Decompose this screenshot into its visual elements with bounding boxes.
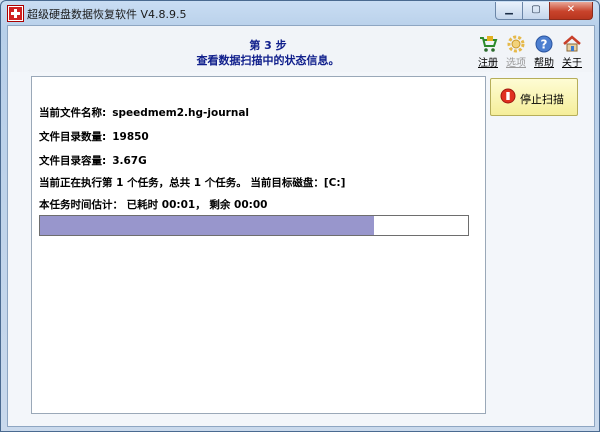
file-name-value: speedmem2.hg-journal bbox=[112, 107, 250, 119]
step-subtitle: 查看数据扫描中的状态信息。 bbox=[196, 54, 340, 67]
app-logo-icon bbox=[8, 6, 23, 21]
gear-icon bbox=[507, 35, 525, 53]
minimize-button[interactable]: ▁ bbox=[495, 2, 523, 20]
scan-progress-bar bbox=[39, 215, 469, 236]
options-button[interactable]: 选项 bbox=[504, 34, 528, 69]
step-header: 第 3 步 查看数据扫描中的状态信息。 注册 选项 ? 帮助 关于 bbox=[8, 26, 594, 72]
home-icon bbox=[563, 35, 581, 52]
svg-text:?: ? bbox=[541, 38, 548, 52]
dir-size-value: 3.67G bbox=[112, 155, 147, 167]
file-name-row: 当前文件名称: speedmem2.hg-journal bbox=[39, 105, 249, 120]
toolbar: 注册 选项 ? 帮助 关于 bbox=[476, 34, 584, 69]
register-label: 注册 bbox=[478, 58, 498, 69]
window-controls: ▁ ▢ ✕ bbox=[495, 2, 593, 20]
dir-size-label: 文件目录容量: bbox=[39, 155, 107, 167]
dir-count-label: 文件目录数量: bbox=[39, 131, 107, 143]
status-panel: 当前文件名称: speedmem2.hg-journal 文件目录数量: 19850… bbox=[31, 76, 486, 414]
restore-button[interactable]: ▢ bbox=[522, 2, 550, 20]
dir-count-value: 19850 bbox=[112, 131, 149, 143]
dir-count-row: 文件目录数量: 19850 bbox=[39, 129, 149, 144]
step-title: 第 3 步 bbox=[249, 39, 287, 52]
help-button[interactable]: ? 帮助 bbox=[532, 34, 556, 69]
stop-scan-button[interactable]: 停止扫描 bbox=[490, 78, 578, 116]
scan-progress-fill bbox=[40, 216, 374, 235]
file-name-label: 当前文件名称: bbox=[39, 107, 107, 119]
about-label: 关于 bbox=[562, 58, 582, 69]
shopping-cart-icon bbox=[480, 36, 498, 52]
options-label: 选项 bbox=[506, 58, 526, 69]
time-estimate: 本任务时间估计： 已耗时 00:01， 剩余 00:00 bbox=[39, 199, 268, 211]
dir-size-row: 文件目录容量: 3.67G bbox=[39, 153, 147, 168]
task-info: 当前正在执行第 1 个任务，总共 1 个任务。 当前目标磁盘：[C:] bbox=[39, 177, 346, 189]
client-area: 第 3 步 查看数据扫描中的状态信息。 注册 选项 ? 帮助 关于 当前文件名称… bbox=[7, 25, 595, 427]
stop-scan-label: 停止扫描 bbox=[520, 93, 564, 106]
about-button[interactable]: 关于 bbox=[560, 34, 584, 69]
register-button[interactable]: 注册 bbox=[476, 34, 500, 69]
help-label: 帮助 bbox=[534, 58, 554, 69]
stop-icon bbox=[500, 88, 516, 104]
window-title: 超级硬盘数据恢复软件 V4.8.9.5 bbox=[27, 8, 187, 21]
app-window: 超级硬盘数据恢复软件 V4.8.9.5 ▁ ▢ ✕ 第 3 步 查看数据扫描中的… bbox=[0, 0, 600, 432]
help-icon: ? bbox=[535, 35, 553, 53]
title-bar[interactable]: 超级硬盘数据恢复软件 V4.8.9.5 ▁ ▢ ✕ bbox=[1, 1, 599, 25]
close-button[interactable]: ✕ bbox=[549, 2, 593, 20]
